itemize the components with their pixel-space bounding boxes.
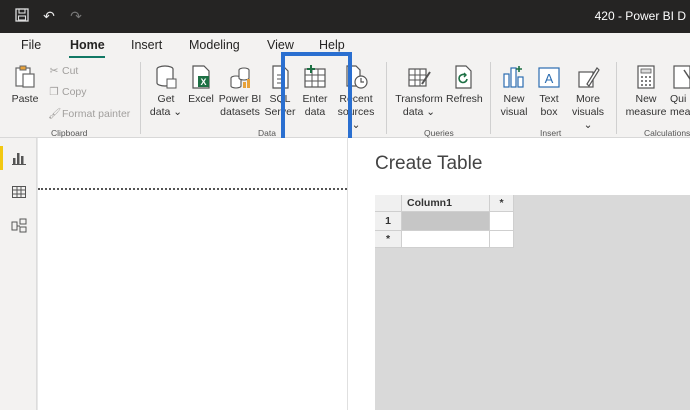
data-group-label: Data (258, 128, 276, 138)
transform-data-button[interactable]: Transform data ⌄ (394, 64, 444, 119)
paste-label: Paste (11, 93, 39, 105)
text-box-label-2: box (540, 106, 558, 118)
row-header: 1 (375, 212, 402, 231)
report-canvas[interactable] (38, 138, 347, 410)
refresh-button[interactable]: Refresh (446, 64, 483, 106)
text-box-icon: A (538, 67, 560, 88)
brush-icon: 🖌 (48, 108, 62, 120)
divider (616, 62, 617, 134)
divider (490, 62, 491, 134)
quick-measure-label-1: Qui (670, 93, 687, 105)
data-grid: Column1 * 1 * (375, 195, 690, 410)
excel-label: Excel (188, 93, 214, 105)
tab-modeling[interactable]: Modeling (189, 38, 240, 52)
transform-label-1: Transform (395, 93, 443, 105)
copy-button[interactable]: ❐ Copy (48, 86, 87, 98)
cut-button[interactable]: ✂ Cut (48, 65, 79, 77)
cut-label: Cut (62, 65, 79, 77)
svg-text:A: A (545, 71, 554, 86)
report-view-icon[interactable] (0, 146, 27, 170)
undo-icon[interactable]: ↶ (41, 8, 57, 24)
dataset-icon (230, 67, 250, 89)
refresh-icon (455, 65, 472, 89)
excel-button[interactable]: X Excel (186, 64, 216, 106)
grid-cell-selected[interactable] (402, 212, 490, 231)
copy-label: Copy (62, 86, 87, 98)
scissors-icon: ✂ (49, 65, 59, 77)
transform-label-2: data ⌄ (402, 106, 436, 118)
more-visuals-label-1: More (576, 93, 600, 105)
more-visuals-button[interactable]: More visuals ⌄ (567, 64, 609, 132)
tab-insert[interactable]: Insert (131, 38, 162, 52)
new-visual-label-1: New (503, 93, 525, 105)
bar-chart-icon (503, 66, 524, 88)
new-row-header[interactable]: * (375, 231, 402, 248)
grid-corner (375, 195, 402, 212)
redo-icon[interactable]: ↷ (68, 8, 84, 24)
grid-cell-new[interactable] (490, 231, 514, 248)
new-measure-button[interactable]: New measure (624, 64, 668, 119)
text-box-button[interactable]: A Text box (533, 64, 565, 119)
window-title: 420 - Power BI D (594, 9, 686, 23)
get-data-label-1: Get (157, 93, 175, 105)
copy-icon: ❐ (49, 86, 59, 98)
queries-group-label: Queries (424, 128, 454, 138)
clipboard-group-label: Clipboard (51, 128, 88, 138)
column-header[interactable]: Column1 (402, 195, 490, 212)
quick-measure-label-2: meas (670, 106, 690, 118)
page-guide-line (38, 188, 347, 190)
calculator-icon (637, 65, 655, 89)
tab-home[interactable]: Home (70, 38, 105, 52)
more-visuals-icon (578, 67, 600, 88)
new-measure-label-1: New (635, 93, 657, 105)
create-table-dialog: Create Table Column1 * 1 * (347, 138, 690, 410)
format-painter-button[interactable]: 🖌Format painter (48, 107, 130, 120)
new-visual-button[interactable]: New visual (498, 64, 530, 119)
text-box-label-1: Text (539, 93, 559, 105)
data-view-icon[interactable] (11, 184, 27, 200)
powerbi-datasets-button[interactable]: Power BI datasets (218, 64, 262, 119)
save-icon[interactable] (14, 8, 30, 24)
paste-button[interactable]: Paste (10, 64, 40, 106)
divider (386, 62, 387, 134)
get-data-button[interactable]: Get data ⌄ (148, 64, 184, 119)
transform-icon (408, 68, 431, 87)
get-data-label-2: data ⌄ (149, 106, 183, 118)
title-bar: ↶ ↷ 420 - Power BI D (0, 0, 690, 33)
refresh-label: Refresh (446, 93, 483, 105)
enter-data-highlight (281, 52, 352, 145)
quick-measure-icon (673, 65, 690, 89)
tab-file[interactable]: File (21, 38, 41, 52)
format-painter-label: Format painter (62, 108, 131, 120)
divider (140, 62, 141, 134)
powerbi-label-1: Power BI (218, 93, 262, 105)
view-switcher (0, 138, 37, 410)
database-icon (156, 65, 177, 89)
quick-measure-button[interactable]: Qui meas (670, 64, 690, 119)
tab-help[interactable]: Help (319, 38, 345, 52)
more-visuals-label-2: visuals ⌄ (571, 106, 605, 131)
dialog-title: Create Table (375, 153, 483, 174)
new-measure-label-2: measure (625, 106, 667, 118)
new-visual-label-2: visual (500, 106, 528, 118)
grid-cell-new[interactable] (402, 231, 490, 248)
grid-cell[interactable] (490, 212, 514, 231)
svg-text:X: X (200, 77, 206, 87)
excel-icon: X (192, 65, 210, 89)
powerbi-label-2: datasets (220, 106, 260, 118)
calculations-group-label: Calculations (644, 128, 690, 138)
model-view-icon[interactable] (11, 218, 27, 234)
insert-group-label: Insert (540, 128, 562, 138)
paste-icon (15, 65, 35, 88)
tab-view[interactable]: View (267, 38, 294, 52)
add-column-button[interactable]: * (490, 195, 514, 212)
